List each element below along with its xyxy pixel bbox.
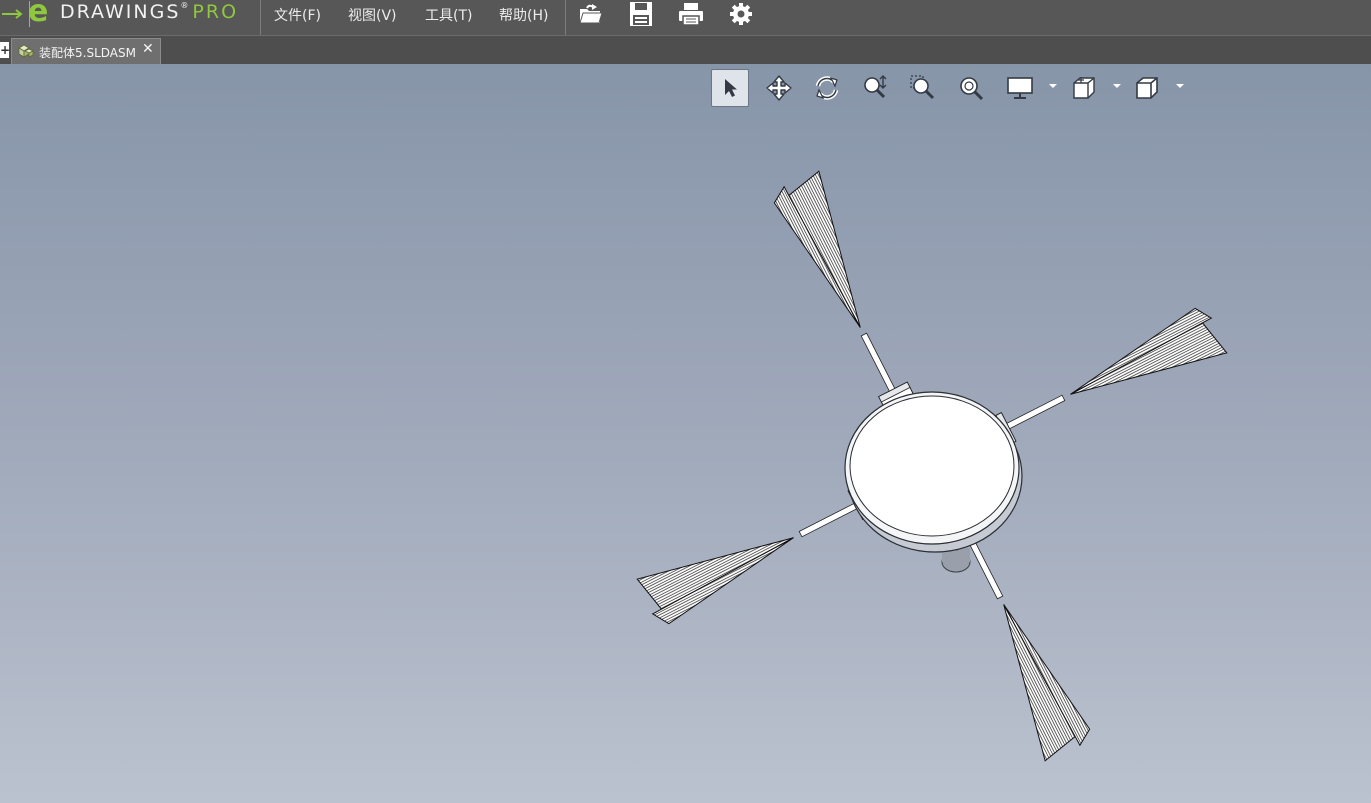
save-icon[interactable]: [627, 0, 655, 28]
logo-wordmark: DRAWINGS® PRO: [60, 1, 239, 23]
open-folder-icon[interactable]: [577, 0, 605, 28]
3d-viewport[interactable]: [0, 64, 1371, 803]
menu-help[interactable]: 帮助(H): [499, 5, 548, 25]
new-tab-button[interactable]: +: [0, 42, 10, 58]
separator: [260, 0, 261, 35]
logo-arrow-icon: [2, 1, 30, 27]
document-tab-strip: + 装配体5.SLDASM ✕: [0, 36, 1371, 64]
title-bar: e DRAWINGS® PRO 文件(F) 视图(V) 工具(T) 帮助(H): [0, 0, 1371, 36]
print-icon[interactable]: [677, 0, 705, 28]
logo-e-mark: e: [28, 0, 49, 29]
document-tab-label: 装配体5.SLDASM: [39, 46, 136, 60]
close-tab-icon[interactable]: ✕: [142, 41, 154, 57]
brush-hub: [844, 391, 1023, 553]
assembly-file-icon: [18, 44, 34, 58]
brush-arm-right: [982, 307, 1228, 451]
brush-arm-left: [636, 481, 882, 625]
edrawings-logo: e DRAWINGS® PRO: [0, 0, 236, 29]
document-tab[interactable]: 装配体5.SLDASM ✕: [11, 38, 161, 64]
menu-view[interactable]: 视图(V): [348, 5, 397, 25]
brush-arm-top: [773, 170, 917, 416]
menu-tools[interactable]: 工具(T): [425, 5, 472, 25]
settings-gear-icon[interactable]: [727, 0, 755, 28]
side-brush-assembly-model[interactable]: [0, 64, 1371, 803]
menu-file[interactable]: 文件(F): [274, 5, 321, 25]
separator: [565, 0, 566, 35]
